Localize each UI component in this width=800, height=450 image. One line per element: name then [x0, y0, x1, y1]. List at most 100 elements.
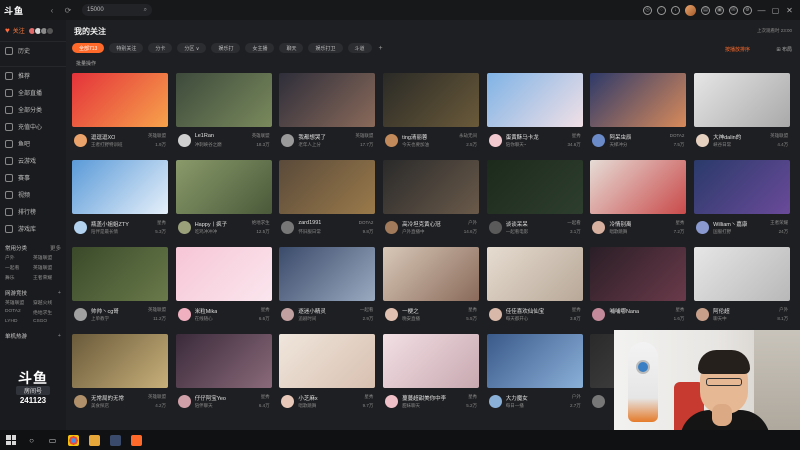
sidebar-item-1[interactable]: 全部直播	[0, 84, 66, 101]
stream-thumbnail[interactable]	[383, 247, 480, 301]
avatar[interactable]	[696, 221, 710, 234]
avatar[interactable]	[385, 134, 399, 147]
stream-thumbnail[interactable]	[486, 334, 583, 388]
search-icon[interactable]: ○	[26, 436, 37, 445]
category-link[interactable]: CSGO	[33, 319, 61, 324]
streamer-name[interactable]: 无常局的无常	[91, 394, 124, 402]
media-icon[interactable]	[110, 434, 121, 446]
add-icon[interactable]: +	[58, 290, 61, 296]
close-button[interactable]: ✕	[785, 6, 794, 15]
streamer-name[interactable]: William丶嘉康	[713, 220, 747, 228]
files-icon[interactable]	[89, 434, 100, 446]
avatar[interactable]	[592, 308, 606, 321]
avatar[interactable]	[74, 308, 87, 321]
maximize-button[interactable]: ▢	[771, 6, 780, 15]
stream-thumbnail[interactable]	[175, 160, 272, 214]
avatar[interactable]	[592, 395, 606, 408]
stream-thumbnail[interactable]	[175, 334, 272, 388]
stream-thumbnail[interactable]	[486, 73, 583, 127]
sidebar-follow[interactable]: ♥ 关注	[0, 20, 66, 42]
filter-tab[interactable]: 分区 ∨	[177, 43, 207, 53]
streamer-name[interactable]: 哺哺哪Nana	[609, 307, 639, 315]
stream-thumbnail[interactable]	[590, 247, 687, 301]
stream-thumbnail[interactable]	[383, 160, 480, 214]
streamer-name[interactable]: 大神dalin的	[713, 133, 741, 141]
minimize-button[interactable]: —	[757, 6, 766, 15]
stream-card[interactable]: 大力魔女 户外 每日一播 2.7万	[486, 334, 583, 418]
category-link[interactable]: 英雄联盟	[33, 264, 61, 271]
message-icon[interactable]: ✉	[729, 5, 738, 15]
stream-card[interactable]: 高冷坦克黄心冠 户外 户外直播中 14.6万	[383, 160, 480, 244]
stream-thumbnail[interactable]	[72, 160, 168, 214]
sidebar-item-4[interactable]: 鱼吧	[0, 135, 66, 152]
avatar[interactable]	[281, 221, 295, 234]
layout-button[interactable]: ⊞ 布局	[776, 46, 792, 53]
sidebar-item-2[interactable]: 全部分类	[0, 101, 66, 118]
chrome-icon[interactable]	[68, 434, 79, 446]
streamer-name[interactable]: 帅帅丶cg哥	[91, 307, 119, 315]
stream-thumbnail[interactable]	[175, 247, 272, 301]
sidebar-item-3[interactable]: 充值中心	[0, 118, 66, 135]
stream-card[interactable]: 米粒Mika 星秀 在线随心 6.6万	[175, 247, 272, 331]
douyu-logo[interactable]: 斗鱼	[4, 3, 42, 17]
stream-card[interactable]: 蔓蔓超甜美你中李 星秀 甜妹聊天 5.2万	[383, 334, 480, 418]
avatar[interactable]	[177, 395, 191, 408]
streamer-name[interactable]: 逐迷小精灵	[298, 307, 326, 315]
stream-card[interactable]: 大神dalin的 英雄联盟 峡谷日常 4.4万	[694, 73, 791, 157]
stream-thumbnail[interactable]	[279, 247, 376, 301]
avatar[interactable]	[385, 308, 399, 321]
category-link[interactable]: 穿越火线	[33, 299, 61, 306]
streamer-name[interactable]: 小芝麻x	[298, 394, 317, 402]
streamer-name[interactable]: 蔓蔓超甜美你中李	[402, 394, 446, 402]
avatar[interactable]	[74, 395, 87, 408]
avatar[interactable]	[281, 395, 295, 408]
stream-card[interactable]: Le1Ran 英雄联盟 冲刺峡谷之巅 18.3万	[175, 73, 272, 157]
filter-tab[interactable]: 聊天	[279, 43, 304, 53]
avatar[interactable]	[281, 308, 295, 321]
stream-thumbnail[interactable]	[694, 73, 791, 127]
stream-card[interactable]: 无常局的无常 英雄联盟 美食探店 4.2万	[72, 334, 168, 418]
streamer-name[interactable]: 一梗之	[402, 307, 419, 315]
streamer-name[interactable]: 大力魔女	[506, 394, 528, 402]
add-filter-icon[interactable]: +	[377, 43, 385, 53]
sidebar-item-7[interactable]: 视频	[0, 186, 66, 203]
avatar[interactable]	[281, 134, 295, 147]
windows-start-icon[interactable]	[6, 435, 16, 445]
streamer-name[interactable]: 冷情别离	[609, 220, 631, 228]
avatar[interactable]	[74, 221, 87, 234]
stream-card[interactable]: 谈谈呆呆 一起看 一起看电影 3.1万	[486, 160, 583, 244]
streamer-name[interactable]: Happy丨疯子	[195, 220, 227, 228]
search-icon[interactable]: ⌕	[144, 7, 147, 14]
filter-tab[interactable]: 女主播	[245, 43, 275, 53]
sidebar-item-9[interactable]: 游戏库	[0, 220, 66, 237]
sidebar-item-8[interactable]: 排行榜	[0, 203, 66, 220]
avatar[interactable]	[696, 308, 710, 321]
avatar[interactable]	[74, 134, 87, 147]
streamer-name[interactable]: 谈谈呆呆	[506, 220, 528, 228]
user-avatar[interactable]	[685, 4, 696, 16]
avatar[interactable]	[488, 308, 502, 321]
task-view-icon[interactable]: ▭	[47, 436, 58, 445]
category-link[interactable]: DOTA2	[5, 309, 33, 316]
stream-card[interactable]: zard1991 DOTA2 怀旧服日常 9.8万	[279, 160, 376, 244]
stream-card[interactable]: 瓶盖小姐姐ZTY 星秀 陪伴是最长情 5.3万	[72, 160, 168, 244]
stream-thumbnail[interactable]	[694, 247, 791, 301]
download-icon[interactable]: ↓	[671, 5, 680, 15]
streamer-name[interactable]: Le1Ran	[195, 133, 214, 139]
category-link[interactable]: 英雄联盟	[5, 299, 33, 306]
streamer-name[interactable]: 仔仔阿宝Yeo	[195, 394, 226, 402]
category-link[interactable]: 王者荣耀	[33, 274, 61, 281]
category-link[interactable]: 绝地求生	[33, 309, 61, 316]
avatar[interactable]	[385, 221, 399, 234]
stream-thumbnail[interactable]	[72, 334, 168, 388]
stream-thumbnail[interactable]	[486, 247, 583, 301]
stream-card[interactable]: 阿呆虫辰 DOTA2 天梯冲分 7.5万	[590, 73, 687, 157]
gift-icon[interactable]: ▣	[715, 5, 724, 15]
avatar[interactable]	[177, 308, 191, 321]
streamer-name[interactable]: 佳佳喜欢仙仙宝	[506, 307, 545, 315]
sidebar-item-5[interactable]: 云游戏	[0, 152, 66, 169]
stream-card[interactable]: William丶嘉康 王者荣耀 国服打野 24万	[694, 160, 791, 244]
settings-icon[interactable]: ⚙	[743, 5, 752, 15]
stream-card[interactable]: 帅帅丶cg哥 英雄联盟 上单教学 11.2万	[72, 247, 168, 331]
stream-thumbnail[interactable]	[383, 334, 480, 388]
